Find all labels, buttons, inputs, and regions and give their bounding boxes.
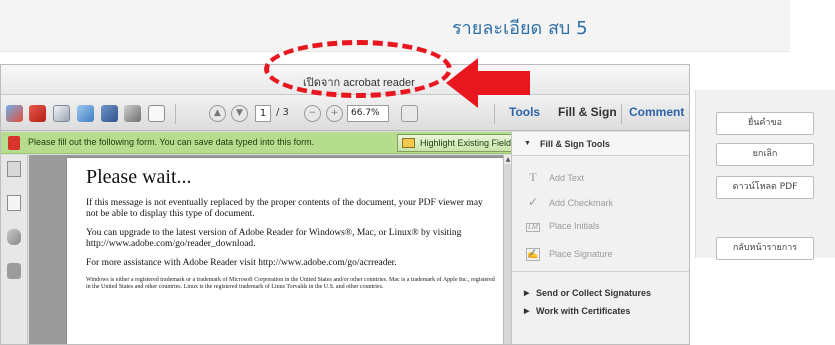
page-total: / 3 — [276, 107, 289, 118]
print-icon[interactable] — [124, 105, 141, 122]
acrobat-window: เปิดจาก acrobat reader ▲ ▼ 1 / 3 − + 66.… — [0, 64, 690, 345]
page-thumbnails-icon[interactable] — [7, 161, 21, 177]
place-signature-tool[interactable]: ✍ Place Signature — [526, 248, 613, 261]
toolbar-separator — [175, 104, 176, 124]
place-signature-label: Place Signature — [549, 249, 613, 259]
submit-request-button[interactable]: ยื่นคำขอ — [716, 112, 814, 135]
cancel-button[interactable]: ยกเลิก — [716, 143, 814, 166]
certificates-label: Work with Certificates — [536, 306, 631, 316]
create-pdf-icon[interactable] — [6, 105, 23, 122]
email-icon[interactable] — [148, 105, 165, 122]
zoom-out-icon[interactable]: − — [304, 105, 321, 122]
add-checkmark-label: Add Checkmark — [549, 198, 614, 208]
highlight-icon — [402, 138, 415, 148]
previous-page-icon[interactable]: ▲ — [209, 105, 226, 122]
initials-tool-icon: LM — [526, 223, 540, 232]
navigation-rail — [1, 155, 28, 344]
save-icon[interactable] — [101, 105, 118, 122]
expand-triangle-icon: ▶ — [524, 308, 530, 315]
comment-button[interactable]: Comment — [629, 105, 684, 119]
place-initials-tool[interactable]: LM Place Initials — [526, 221, 600, 232]
collapse-triangle-icon: ▼ — [524, 140, 531, 147]
page-title: รายละเอียด สบ 5 — [452, 18, 588, 39]
fill-sign-tools-header[interactable]: ▼ Fill & Sign Tools — [512, 132, 689, 156]
back-to-list-button[interactable]: กลับหน้ารายการ — [716, 237, 814, 260]
attachments-icon[interactable] — [7, 229, 21, 245]
text-tool-icon: T — [529, 170, 537, 184]
pdf-form-icon — [8, 136, 20, 150]
search-icon[interactable] — [7, 263, 21, 279]
fill-sign-tools-title: Fill & Sign Tools — [540, 139, 610, 149]
document-legal-text: Windows is either a registered trademark… — [86, 277, 495, 290]
document-viewport[interactable]: Please wait... If this message is not ev… — [29, 155, 512, 344]
highlight-fields-label: Highlight Existing Fields — [420, 138, 516, 148]
page-number-input[interactable]: 1 — [255, 105, 271, 122]
download-pdf-button[interactable]: ดาวน์โหลด PDF — [716, 176, 814, 199]
add-text-tool[interactable]: T Add Text — [526, 170, 584, 185]
form-message: Please fill out the following form. You … — [28, 137, 315, 147]
form-notification-bar: Please fill out the following form. You … — [1, 132, 521, 154]
document-page: Please wait... If this message is not ev… — [66, 157, 506, 344]
document-paragraph: For more assistance with Adobe Reader vi… — [86, 258, 397, 268]
signature-tool-icon: ✍ — [526, 248, 540, 261]
zoom-input[interactable]: 66.7% — [347, 105, 389, 122]
send-collect-signatures-link[interactable]: ▶ Send or Collect Signatures — [524, 288, 652, 298]
action-panel: ยื่นคำขอ ยกเลิก ดาวน์โหลด PDF กลับหน้ารา… — [695, 90, 835, 260]
share-icon[interactable] — [77, 105, 94, 122]
zoom-in-icon[interactable]: + — [326, 105, 343, 122]
place-initials-label: Place Initials — [549, 221, 600, 231]
checkmark-tool-icon: ✓ — [527, 195, 539, 209]
fill-sign-button[interactable]: Fill & Sign — [558, 105, 617, 119]
next-page-icon[interactable]: ▼ — [231, 105, 248, 122]
open-icon[interactable] — [29, 105, 46, 122]
acrobat-toolbar: ▲ ▼ 1 / 3 − + 66.7% Tools Fill & Sign Co… — [1, 95, 689, 131]
bookmarks-icon[interactable] — [7, 195, 21, 211]
add-text-label: Add Text — [549, 173, 584, 183]
annotation-arrow-icon — [446, 58, 530, 108]
highlight-fields-button[interactable]: Highlight Existing Fields — [397, 134, 516, 152]
expand-triangle-icon: ▶ — [524, 290, 530, 297]
document-paragraph: You can upgrade to the latest version of… — [86, 228, 462, 249]
add-checkmark-tool[interactable]: ✓ Add Checkmark — [526, 195, 613, 209]
fill-sign-pane: ▼ Fill & Sign Tools T Add Text ✓ Add Check… — [511, 132, 689, 344]
vertical-scrollbar[interactable]: ▲ — [503, 155, 512, 344]
edit-icon[interactable] — [53, 105, 70, 122]
document-heading: Please wait... — [86, 166, 192, 188]
work-with-certificates-link[interactable]: ▶ Work with Certificates — [524, 306, 631, 316]
annotation-dashed-oval — [264, 40, 452, 98]
send-collect-label: Send or Collect Signatures — [536, 288, 652, 298]
toolbar-separator — [621, 104, 622, 124]
document-paragraph: If this message is not eventually replac… — [86, 198, 483, 219]
pane-divider — [512, 271, 689, 272]
fit-page-icon[interactable] — [401, 105, 418, 122]
screen: รายละเอียด สบ 5 เปิดจาก acrobat reader ▲… — [0, 0, 835, 345]
